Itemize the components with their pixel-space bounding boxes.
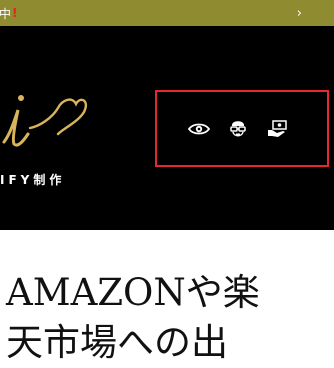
headline-line-1: AMAZONや楽: [6, 271, 260, 314]
announcement-text-group: 中 !: [0, 5, 18, 22]
header-icon-group: [155, 90, 329, 167]
logo-text: IFY制作: [0, 173, 66, 187]
exclamation-mark: !: [12, 6, 18, 20]
eye-icon[interactable]: [188, 118, 210, 140]
site-header: IFY制作: [0, 26, 334, 230]
money-hand-icon[interactable]: [266, 118, 288, 140]
announcement-bar[interactable]: 中 ! ›: [0, 0, 334, 26]
logo-script-mark[interactable]: [0, 82, 100, 162]
avatar-glasses-icon[interactable]: [227, 118, 249, 140]
page-headline: AMAZONや楽 天市場への出: [6, 268, 260, 368]
chevron-right-icon[interactable]: ›: [297, 6, 302, 21]
announcement-text: 中: [0, 6, 12, 21]
headline-line-2: 天市場への出: [6, 321, 228, 364]
